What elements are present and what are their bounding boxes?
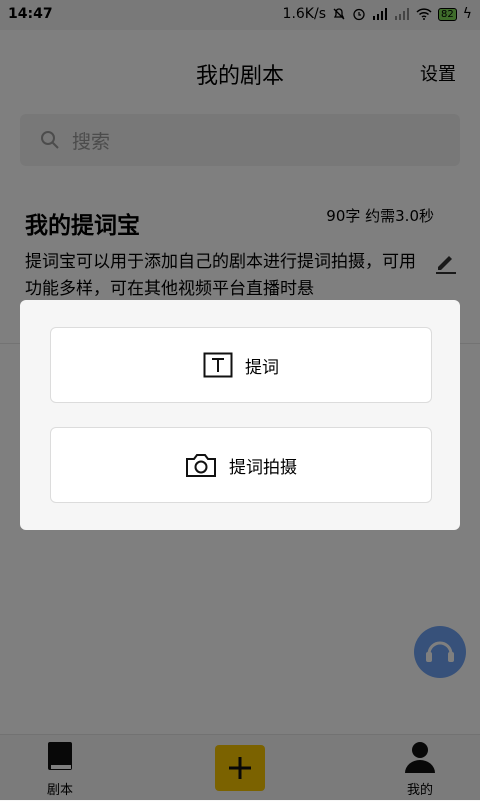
text-box-icon bbox=[203, 352, 233, 378]
teleprompter-mode-dialog: 提词 提词拍摄 bbox=[20, 300, 460, 530]
teleprompter-shoot-option[interactable]: 提词拍摄 bbox=[50, 427, 432, 503]
teleprompter-shoot-option-label: 提词拍摄 bbox=[229, 457, 297, 478]
camera-icon bbox=[186, 454, 216, 477]
teleprompter-option-label: 提词 bbox=[245, 357, 279, 378]
teleprompter-option[interactable]: 提词 bbox=[50, 327, 432, 403]
